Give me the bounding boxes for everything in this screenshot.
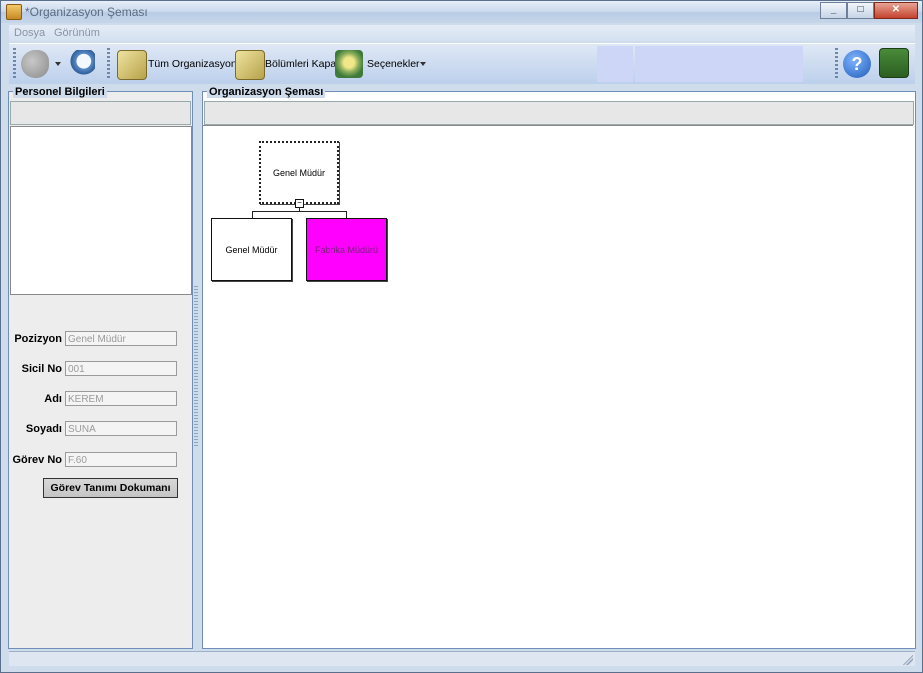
personnel-header-strip [10,101,191,125]
toolbar-spacer [597,46,633,82]
personnel-info-group: Personel Bilgileri Pozizyon Genel Müdür … [8,86,193,649]
panel-splitter[interactable] [194,286,198,448]
name-label: Adı [44,393,62,405]
options-button[interactable]: Seçenekler [367,58,420,70]
job-description-button[interactable]: Görev Tanımı Dokumanı [43,478,178,498]
package-add-icon[interactable] [235,50,265,80]
org-node-child-highlighted[interactable]: Fabrika Müdürü [306,218,387,281]
close-button[interactable]: ✕ [874,2,918,19]
status-bar [9,651,915,666]
minimize-button[interactable]: _ [820,2,847,19]
app-icon [6,4,22,20]
org-chart-title: Organizasyon Şeması [207,86,326,98]
magnifier-icon[interactable] [67,50,95,78]
org-node-child[interactable]: Genel Müdür [211,218,292,281]
title-bar: *Organizasyon Şeması _ □ ✕ [1,1,922,23]
close-sections-button[interactable]: Bölümleri Kapat [265,58,339,70]
connector-line [252,211,253,218]
connector-line [346,211,347,218]
all-organization-button[interactable]: Tüm Organizasyon [148,58,237,70]
toolbar-grip[interactable] [13,48,16,80]
app-window: *Organizasyon Şeması _ □ ✕ Dosya Görünüm… [0,0,923,673]
org-node-label: Fabrika Müdürü [314,244,379,255]
org-chart-header-strip [204,101,914,125]
duty-no-label: Görev No [12,454,62,466]
surname-field[interactable]: SUNA [65,421,177,436]
menu-dosya[interactable]: Dosya [14,27,45,39]
menu-bar: Dosya Görünüm [9,25,915,41]
caption-buttons: _ □ ✕ [820,2,918,19]
photo-box [10,126,192,295]
menu-gorunum[interactable]: Görünüm [54,27,100,39]
org-node-label: Genel Müdür [272,167,326,178]
exit-icon[interactable] [879,48,909,78]
position-label: Pozizyon [14,333,62,345]
registry-no-label: Sicil No [21,363,62,375]
position-field[interactable]: Genel Müdür [65,331,177,346]
org-node-root[interactable]: Genel Müdür [259,141,339,204]
org-node-label: Genel Müdür [225,244,278,255]
chevron-down-icon[interactable] [420,62,426,66]
package-icon[interactable] [117,50,147,80]
options-icon[interactable] [335,50,363,78]
connector-line [252,211,347,212]
toolbar: Tüm Organizasyon Bölümleri Kapat Seçenek… [9,43,915,84]
name-field[interactable]: KEREM [65,391,177,406]
resize-grip-icon[interactable] [903,655,913,665]
organization-icon[interactable] [21,50,49,78]
window-title: *Organizasyon Şeması [25,5,148,19]
chevron-down-icon[interactable] [55,62,61,66]
org-chart-group: Organizasyon Şeması Genel Müdür − Genel … [202,86,916,649]
toolbar-separator [835,48,838,80]
toolbar-separator [107,48,110,80]
registry-no-field[interactable]: 001 [65,361,177,376]
toolbar-spacer [635,46,803,82]
duty-no-field[interactable]: F.60 [65,452,177,467]
help-icon[interactable]: ? [843,50,871,78]
maximize-button[interactable]: □ [847,2,874,19]
surname-label: Soyadı [25,423,62,435]
personnel-info-title: Personel Bilgileri [13,86,107,98]
divider [203,125,913,126]
